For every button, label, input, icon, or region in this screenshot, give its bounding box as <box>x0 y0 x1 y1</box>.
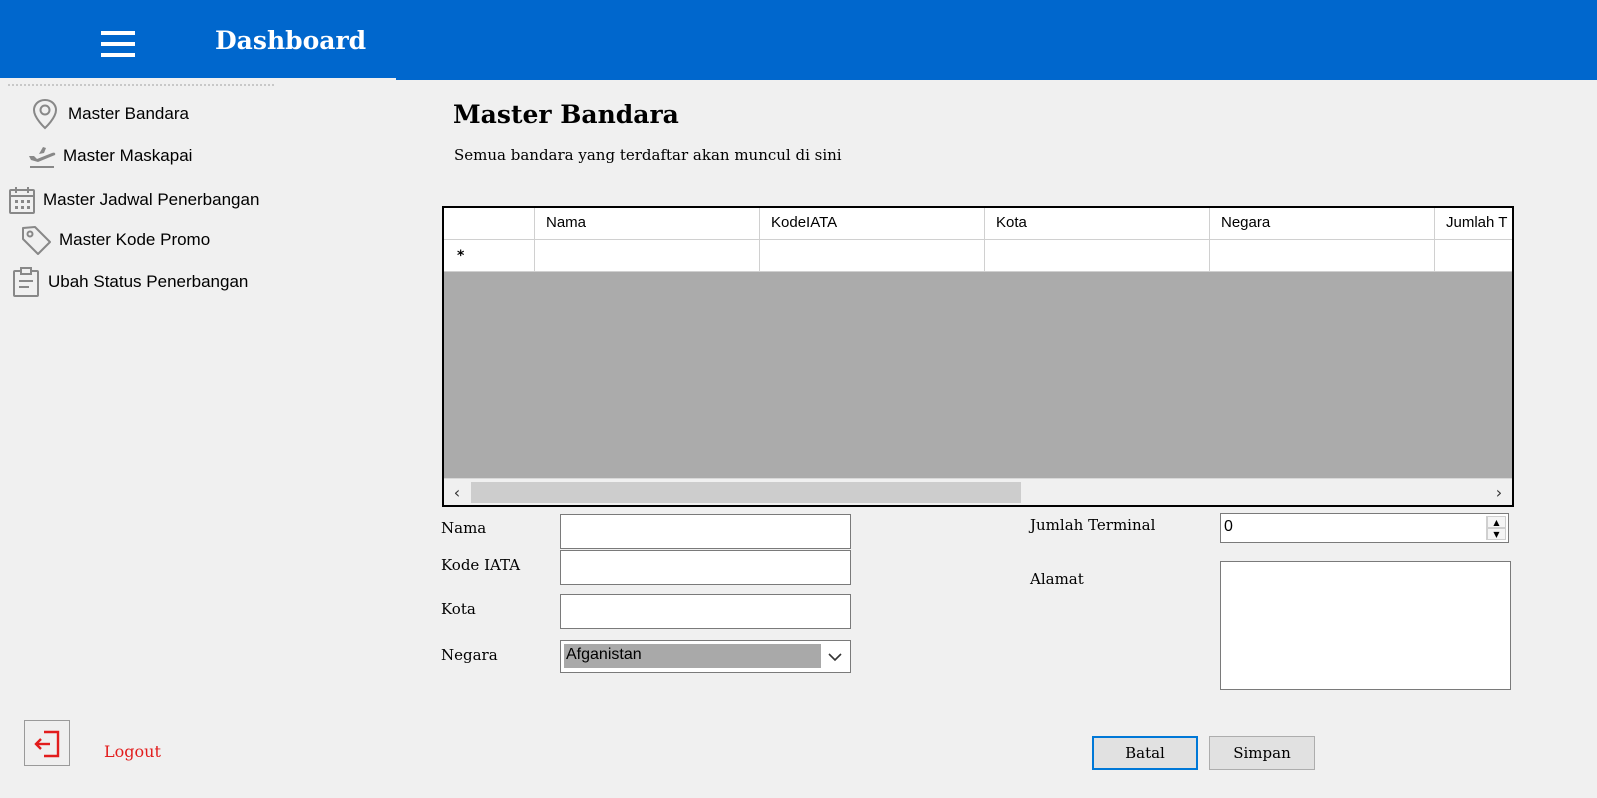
grid-cell[interactable] <box>1210 240 1435 272</box>
sidebar-item-label: Master Bandara <box>68 104 189 123</box>
kota-label: Kota <box>441 600 476 618</box>
sidebar-item-master-kode-promo[interactable]: Master Kode Promo <box>20 224 210 256</box>
scrollbar-thumb[interactable] <box>471 482 1021 503</box>
logout-button[interactable] <box>24 720 70 766</box>
column-header-nama[interactable]: Nama <box>535 208 760 240</box>
negara-selected-value: Afganistan <box>564 644 821 668</box>
scroll-left-icon[interactable]: ‹ <box>446 482 468 503</box>
page-subtitle: Semua bandara yang terdaftar akan muncul… <box>454 146 842 164</box>
chevron-down-icon[interactable] <box>824 644 846 668</box>
logout-icon <box>32 728 64 764</box>
horizontal-scrollbar[interactable]: ‹ › <box>444 478 1512 505</box>
sidebar-item-master-bandara[interactable]: Master Bandara <box>30 97 189 131</box>
kode-iata-label: Kode IATA <box>441 556 521 574</box>
scroll-right-icon[interactable]: › <box>1488 482 1510 503</box>
grid-cell[interactable] <box>985 240 1210 272</box>
kode-iata-field[interactable] <box>560 550 851 585</box>
column-header-jumlah-terminal[interactable]: Jumlah T <box>1435 208 1512 240</box>
alamat-field[interactable] <box>1220 561 1511 690</box>
clipboard-icon <box>11 266 41 298</box>
jumlah-terminal-label: Jumlah Terminal <box>1030 516 1156 534</box>
grid-cell[interactable] <box>535 240 760 272</box>
app-title: Dashboard <box>215 26 367 55</box>
nama-label: Nama <box>441 519 487 537</box>
nama-field[interactable] <box>560 514 851 549</box>
sidebar-top-strip <box>0 78 396 82</box>
column-header-kodeiata[interactable]: KodeIATA <box>760 208 985 240</box>
sidebar-item-master-jadwal-penerbangan[interactable]: Master Jadwal Penerbangan <box>7 184 259 216</box>
sidebar-item-label: Master Maskapai <box>63 146 193 165</box>
plane-departure-icon <box>26 143 58 169</box>
grid-cell[interactable] <box>760 240 985 272</box>
negara-select[interactable]: Afganistan <box>560 640 851 673</box>
grid-row-header-corner <box>444 208 535 240</box>
negara-label: Negara <box>441 646 498 664</box>
kota-field[interactable] <box>560 594 851 629</box>
grid-header-row: Nama KodeIATA Kota Negara Jumlah T <box>444 208 1512 240</box>
table-row-new[interactable]: * <box>444 240 1512 272</box>
jumlah-terminal-stepper[interactable]: 0 ▲ ▼ <box>1220 513 1509 543</box>
alamat-label: Alamat <box>1030 570 1084 588</box>
bandara-data-grid[interactable]: Nama KodeIATA Kota Negara Jumlah T * ‹ › <box>442 206 1514 507</box>
column-header-kota[interactable]: Kota <box>985 208 1210 240</box>
column-header-negara[interactable]: Negara <box>1210 208 1435 240</box>
page-title: Master Bandara <box>453 100 679 129</box>
sidebar-divider <box>8 84 274 86</box>
new-row-marker: * <box>444 240 535 272</box>
sidebar-item-label: Master Jadwal Penerbangan <box>43 190 260 209</box>
jumlah-terminal-value: 0 <box>1224 518 1233 535</box>
batal-button[interactable]: Batal <box>1092 736 1198 770</box>
sidebar-item-ubah-status-penerbangan[interactable]: Ubah Status Penerbangan <box>11 266 248 298</box>
stepper-buttons[interactable]: ▲ ▼ <box>1486 516 1506 540</box>
hamburger-menu-icon[interactable] <box>96 28 140 62</box>
location-pin-icon <box>30 97 60 131</box>
sidebar-item-label: Master Kode Promo <box>59 230 211 249</box>
sidebar-item-label: Ubah Status Penerbangan <box>48 272 249 291</box>
logout-link[interactable]: Logout <box>104 742 161 761</box>
tag-icon <box>20 224 52 256</box>
stepper-down-icon[interactable]: ▼ <box>1487 528 1506 540</box>
simpan-button[interactable]: Simpan <box>1209 736 1315 770</box>
calendar-icon <box>7 184 37 216</box>
stepper-up-icon[interactable]: ▲ <box>1487 516 1506 528</box>
grid-cell[interactable] <box>1435 240 1512 272</box>
sidebar-item-master-maskapai[interactable]: Master Maskapai <box>26 143 192 169</box>
